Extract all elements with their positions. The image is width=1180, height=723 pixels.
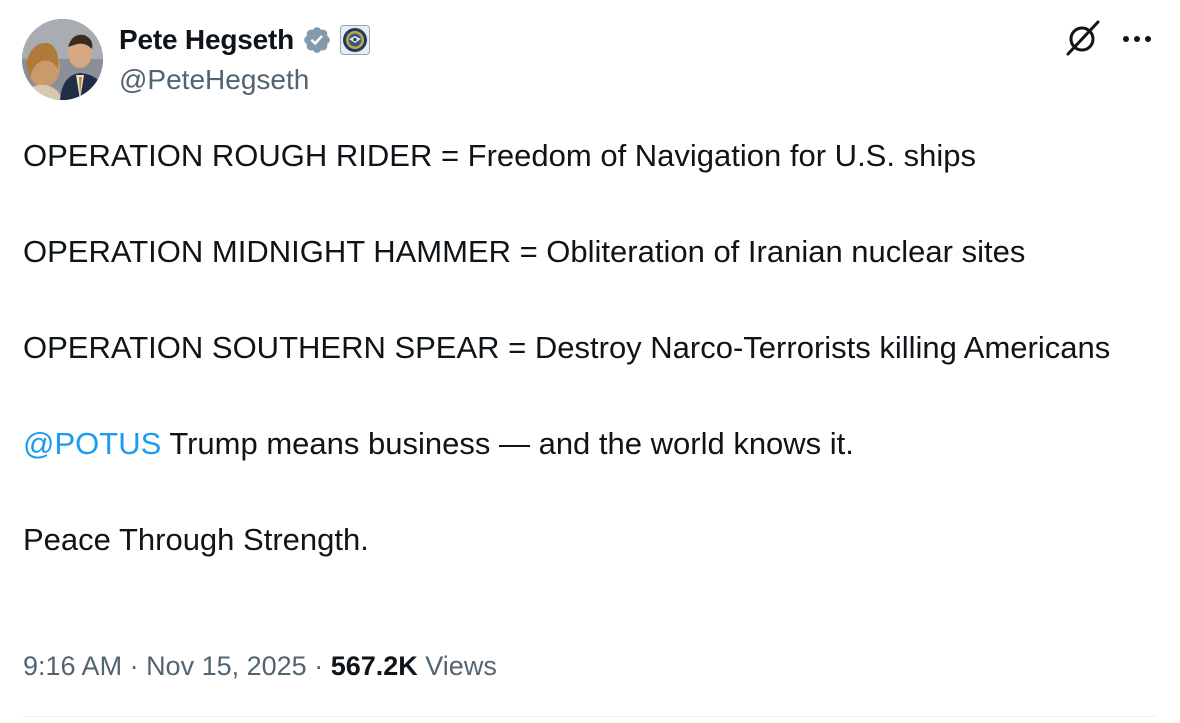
more-options-icon[interactable] [1118,26,1158,52]
meta-separator: · [122,651,147,681]
potus-mention-link[interactable]: @POTUS [23,426,161,461]
tweet-line: @POTUS Trump means business — and the wo… [23,420,1153,468]
views-count: 567.2K [330,651,418,681]
tweet-meta: 9:16 AM · Nov 15, 2025 · 567.2K Views [23,646,497,686]
tweet: Pete Hegseth @PeteHegseth OPERATION ROUG… [0,0,1180,723]
tweet-line: OPERATION SOUTHERN SPEAR = Destroy Narco… [23,330,1111,365]
tweet-date[interactable]: Nov 15, 2025 [146,651,307,681]
display-name[interactable]: Pete Hegseth [119,22,294,58]
divider [23,716,1156,717]
author-block: Pete Hegseth @PeteHegseth [119,22,370,98]
tweet-line: Peace Through Strength. [23,522,369,557]
tweet-text: OPERATION ROUGH RIDER = Freedom of Navig… [23,132,1153,564]
avatar[interactable] [22,19,103,100]
tweet-line: OPERATION MIDNIGHT HAMMER = Obliteration… [23,234,1026,269]
avatar-photo [22,19,103,100]
dod-seal-icon[interactable] [340,25,370,55]
grok-icon[interactable] [1063,18,1103,58]
name-row: Pete Hegseth [119,22,370,58]
meta-separator: · [306,651,331,681]
tweet-time[interactable]: 9:16 AM [23,651,122,681]
views-label: Views [425,651,497,681]
verified-badge-icon[interactable] [302,25,332,55]
author-handle[interactable]: @PeteHegseth [119,62,370,98]
tweet-line-text: Trump means business — and the world kno… [161,426,854,461]
tweet-line: OPERATION ROUGH RIDER = Freedom of Navig… [23,138,976,173]
